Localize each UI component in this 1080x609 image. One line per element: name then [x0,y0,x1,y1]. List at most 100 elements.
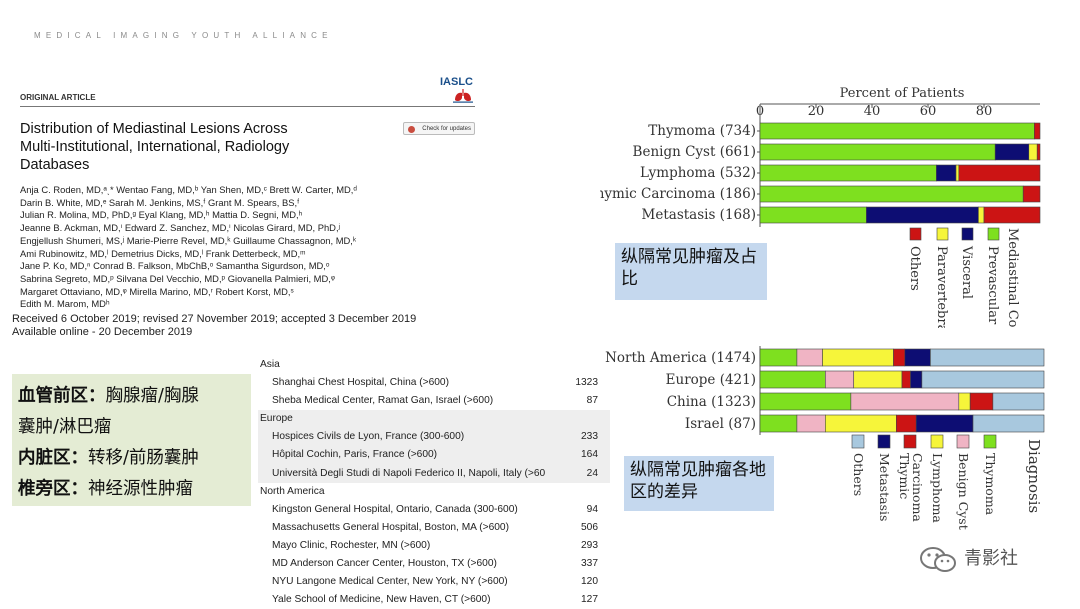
legend-swatch [956,434,970,449]
legend-label: Thymic [897,453,912,499]
author-list: Anja C. Roden, MD,ᵃˎ* Wentao Fang, MD,ᵇ … [20,184,460,311]
legend-label: Paravertebra [934,246,949,328]
legend-title: Diagnosis [1025,439,1043,513]
x-tick-label: 80 [976,104,993,119]
update-icon [408,126,415,133]
patient-count: 24 [586,467,598,479]
x-tick-label: 60 [920,104,937,119]
table-row: Hôpital Cochin, Paris, France (>600) 164 [258,446,610,465]
bar-segment [825,370,855,389]
category-label: Thymic Carcinoma (186) [600,186,756,202]
bar-segment [759,143,996,161]
bar-segment [796,348,823,367]
summary-line: 内脏区：转移/前肠囊肿 [18,444,199,469]
table-row: Yale School of Medicine, New Haven, CT (… [258,591,610,609]
hospital-name: Kingston General Hospital, Ontario, Cana… [272,503,518,515]
author-line: Jane P. Ko, MD,ⁿ Conrad B. Falkson, MbCh… [20,260,330,272]
legend-swatch [983,434,997,449]
legend-label: Lymphoma [930,453,945,523]
patient-count: 233 [581,431,598,443]
hospital-name: Yale School of Medicine, New Haven, CT (… [272,594,491,606]
legend-swatch [877,434,891,449]
author-line: Sabrina Segreto, MD,ᵖ Silvana Del Vecchi… [20,272,335,284]
bar-segment [992,392,1045,411]
category-label: Israel (87) [685,416,756,432]
bar-segment [955,164,960,182]
legend-label: Metastasis [877,453,892,521]
bar-segment [896,414,917,433]
region-name: Asia [260,359,280,370]
category-label: Thymoma (734) [648,123,756,139]
summary-text: 囊肿/淋巴瘤 [18,417,112,437]
hospital-name: Shanghai Chest Hospital, China (>600) [272,377,449,389]
region-name: North America [260,485,325,497]
summary-line: 囊肿/淋巴瘤 [18,413,111,438]
legend-title: Mediastinal Compartments [1005,228,1020,328]
author-line: Darin B. White, MD,ᵉ Sarah M. Jenkins, M… [20,196,300,208]
hospital-name: Massachusetts General Hospital, Boston, … [272,521,509,533]
bar-segment [994,143,1030,161]
table-region-row: North America [258,483,610,501]
chart1-caption: 纵隔常见肿瘤及占比 [615,243,767,300]
check-updates-label: Check for updates [422,126,471,132]
summary-text: 神经源性肿瘤 [88,479,193,499]
legend-label: Visceral [959,245,974,299]
bar-segment [910,370,923,389]
category-label: China (1323) [667,394,756,410]
bar-segment [1028,143,1038,161]
patient-count: 506 [581,521,598,533]
bar-segment [983,206,1041,224]
bar-segment [893,348,906,367]
patient-count: 164 [581,449,598,461]
bar-segment [759,206,867,224]
wechat-icon [920,547,956,572]
title-line: Multi-Institutional, International, Radi… [20,139,290,155]
bar-segment [759,122,1035,140]
bar-segment [915,414,974,433]
patient-count: 120 [581,576,598,588]
patient-count: 87 [586,395,598,407]
legend-label: Benign Cyst [956,453,971,530]
title-line: Databases [20,157,90,173]
bar-segment [866,206,979,224]
header-rule [20,106,475,107]
online-line: Available online - 20 December 2019 [12,326,193,338]
category-label: Metastasis (168) [642,207,756,223]
hospital-table: Asia Shanghai Chest Hospital, China (>600… [258,356,610,609]
bar-segment [921,370,1045,389]
legend-label: Others [907,246,922,291]
bar-segment [850,392,960,411]
table-row: Shanghai Chest Hospital, China (>600) 132… [258,374,610,392]
bar-segment [904,348,931,367]
author-line: Edith M. Marom, MDʰ [20,298,110,310]
x-axis-label: Percent of Patients [840,86,965,101]
check-updates-button[interactable]: Check for updates [403,122,475,135]
journal-logo-text: IASLC [440,76,473,88]
bar-segment [978,206,985,224]
bar-segment [969,392,994,411]
bar-segment [759,164,937,182]
table-row: Massachusetts General Hospital, Boston, … [258,519,610,537]
hospital-name: Università Degli Studi di Napoli Federic… [272,467,546,479]
bar-segment [759,370,826,389]
legend-label: Others [851,453,866,496]
bar-segment [822,348,894,367]
hospital-name: Hôpital Cochin, Paris, France (>600) [272,449,438,461]
hospital-name: Hospices Civils de Lyon, France (300-600… [272,431,465,443]
bar-segment [796,414,826,433]
category-label: Benign Cyst (661) [633,144,756,160]
author-line: Engjellush Shumeri, MS,ʲ Marie-Pierre Re… [20,234,357,246]
hospital-name: MD Anderson Cancer Center, Houston, TX (… [272,558,497,570]
legend-swatch [936,227,949,241]
category-label: Europe (421) [666,372,756,388]
table-region-row: Europe [258,410,610,429]
bar-segment [1036,143,1041,161]
region-name: Europe [260,413,293,425]
legend-label: Prevascular [985,246,1000,325]
bar-segment [759,348,798,367]
paper-dates: Received 6 October 2019; revised 27 Nove… [12,313,482,339]
table-row: Hospices Civils de Lyon, France (300-600… [258,428,610,447]
bar-segment [958,164,1041,182]
bar-segment [759,414,798,433]
bar-segment [1034,122,1041,140]
